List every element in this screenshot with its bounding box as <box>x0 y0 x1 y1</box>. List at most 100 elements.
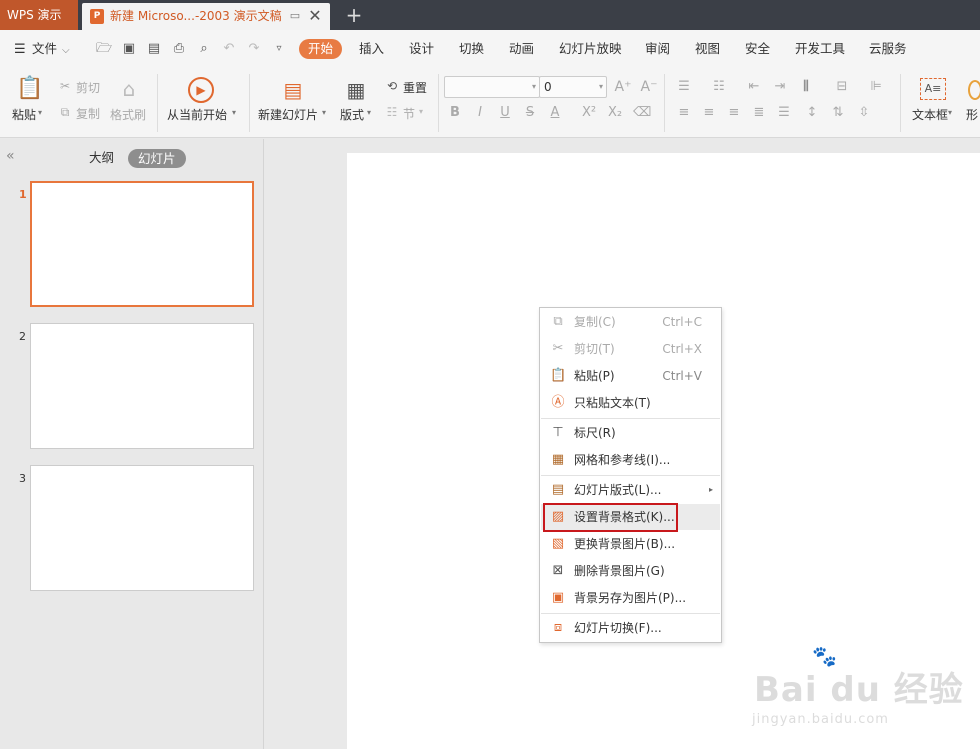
superscript-icon[interactable]: X² <box>580 104 598 122</box>
bold-icon[interactable]: B <box>446 104 464 122</box>
copy-button[interactable]: 复制 <box>76 105 100 122</box>
tab-insert[interactable]: 插入 <box>357 39 386 59</box>
italic-icon[interactable]: I <box>471 104 489 122</box>
distribute-icon[interactable]: ☰ <box>775 104 793 122</box>
menu-item-ruler[interactable]: ⊤ 标尺(R) <box>541 420 720 446</box>
chevron-down-icon: ▾ <box>531 82 536 91</box>
section-dropdown-icon[interactable]: ▾ <box>419 107 423 116</box>
text-box-dropdown-icon[interactable]: ▾ <box>948 108 952 117</box>
menu-item-label: 删除背景图片(G) <box>574 564 665 578</box>
play-from-current-button[interactable]: 从当前开始 <box>167 106 227 123</box>
save-icon[interactable]: ▣ <box>121 41 137 57</box>
paste-icon[interactable]: 📋 <box>16 76 43 102</box>
slide-thumbnail-1[interactable] <box>30 181 254 307</box>
font-name-combo[interactable]: ▾ <box>444 76 540 98</box>
customize-toolbar-icon[interactable]: ▿ <box>271 41 287 57</box>
tab-developer[interactable]: 开发工具 <box>793 39 847 59</box>
text-direction-icon[interactable]: ⊟ <box>833 78 851 96</box>
cut-button[interactable]: 剪切 <box>76 79 100 96</box>
menu-item-change-background[interactable]: ▧ 更换背景图片(B)... <box>541 531 720 557</box>
tab-view[interactable]: 视图 <box>693 39 722 59</box>
eraser-icon[interactable]: ⌫ <box>633 104 651 122</box>
document-tab[interactable]: P 新建 Microso...-2003 演示文稿 ▭ ✕ <box>82 3 330 30</box>
tab-outline[interactable]: 大纲 <box>89 149 114 167</box>
open-folder-icon[interactable]: 🗁 <box>96 41 112 57</box>
menu-item-cut[interactable]: ✂ 剪切(T) Ctrl+X <box>541 336 720 362</box>
strikethrough-icon[interactable]: S <box>521 104 539 122</box>
tab-review[interactable]: 审阅 <box>643 39 672 59</box>
layout-button[interactable]: 版式 <box>340 106 364 123</box>
font-size-combo[interactable]: 0 ▾ <box>539 76 607 98</box>
menu-item-slide-layout[interactable]: ▤ 幻灯片版式(L)... ▸ <box>541 477 720 503</box>
decrease-font-icon[interactable]: A⁻ <box>640 78 658 96</box>
scissors-icon: ✂ <box>552 341 564 356</box>
menu-item-slide-transition[interactable]: ⧈ 幻灯片切换(F)... <box>541 615 720 641</box>
paste-button[interactable]: 粘贴 <box>12 106 36 123</box>
tab-cloud[interactable]: 云服务 <box>867 39 909 59</box>
paragraph-spacing-icon[interactable]: ⇅ <box>829 104 847 122</box>
export-pdf-icon[interactable]: ▤ <box>146 41 162 57</box>
decrease-indent-icon[interactable]: ⇤ <box>745 78 763 96</box>
increase-font-icon[interactable]: A⁺ <box>614 78 632 96</box>
print-preview-icon[interactable]: ⌕ <box>196 41 212 57</box>
print-icon[interactable]: ⎙ <box>171 41 187 57</box>
font-color-icon[interactable]: A <box>546 104 564 122</box>
align-text-icon[interactable]: ⊫ <box>867 78 885 96</box>
slide-thumbnail-3[interactable] <box>30 465 254 591</box>
new-slide-dropdown-icon[interactable]: ▾ <box>322 108 326 117</box>
increase-indent-icon[interactable]: ⇥ <box>771 78 789 96</box>
underline-icon[interactable]: U <box>496 104 514 122</box>
text-box-button[interactable]: 文本框 <box>912 106 948 123</box>
bullet-list-icon[interactable]: ☰ <box>675 78 693 96</box>
shape-button[interactable]: 形 <box>966 106 978 123</box>
tab-home[interactable]: 开始 <box>299 39 343 59</box>
tab-slideshow[interactable]: 幻灯片放映 <box>557 39 624 59</box>
play-dropdown-icon[interactable]: ▾ <box>232 108 236 117</box>
tab-slides[interactable]: 幻灯片 <box>128 149 186 168</box>
redo-icon[interactable]: ↷ <box>246 41 262 57</box>
justify-icon[interactable]: ≣ <box>750 104 768 122</box>
layout-icon[interactable]: ▦ <box>343 77 369 103</box>
reset-button[interactable]: 重置 <box>403 79 427 96</box>
play-icon[interactable]: ▶ <box>188 77 214 103</box>
undo-icon[interactable]: ↶ <box>221 41 237 57</box>
ribbon-separator <box>249 74 250 132</box>
tab-design[interactable]: 设计 <box>407 39 436 59</box>
align-right-icon[interactable]: ≡ <box>725 104 743 122</box>
slide-thumbnail-2[interactable] <box>30 323 254 449</box>
menu-item-paste-text[interactable]: Ⓐ 只粘贴文本(T) <box>541 390 720 416</box>
paragraph-settings-icon[interactable]: ⇳ <box>855 104 873 122</box>
subscript-icon[interactable]: X₂ <box>606 104 624 122</box>
menu-item-delete-background[interactable]: ⊠ 删除背景图片(G) <box>541 558 720 584</box>
new-slide-button[interactable]: 新建幻灯片 <box>258 106 318 123</box>
baidu-watermark: 🐾 Bai du 经验 jingyan.baidu.com <box>752 640 972 740</box>
close-tab-button[interactable]: ✕ <box>306 7 324 25</box>
file-menu[interactable]: ☰ 文件 ⌵ <box>14 39 70 59</box>
menu-item-copy[interactable]: ⧉ 复制(C) Ctrl+C <box>541 309 720 335</box>
chevron-down-icon: ⌵ <box>62 45 70 56</box>
section-button[interactable]: 节 <box>403 105 415 122</box>
format-painter-button[interactable]: 格式刷 <box>110 106 146 123</box>
tab-transitions[interactable]: 切换 <box>457 39 486 59</box>
line-spacing-icon[interactable]: ↕ <box>803 104 821 122</box>
new-slide-icon[interactable]: ▤ <box>280 77 306 103</box>
align-left-icon[interactable]: ≡ <box>675 104 693 122</box>
text-columns-icon[interactable]: ⫼ <box>797 78 815 96</box>
numbered-list-icon[interactable]: ☷ <box>710 78 728 96</box>
pin-icon[interactable]: ▭ <box>288 9 302 23</box>
paste-dropdown-icon[interactable]: ▾ <box>38 108 42 117</box>
shape-icon[interactable] <box>968 80 980 100</box>
title-bar: WPS 演示 P 新建 Microso...-2003 演示文稿 ▭ ✕ + <box>0 0 980 30</box>
collapse-panel-icon[interactable]: « <box>6 149 15 163</box>
app-name[interactable]: WPS 演示 <box>0 0 78 30</box>
new-tab-button[interactable]: + <box>343 3 365 27</box>
slide-number: 1 <box>19 188 27 201</box>
text-box-icon[interactable]: A≡ <box>920 78 946 100</box>
tab-security[interactable]: 安全 <box>743 39 772 59</box>
menu-item-grid[interactable]: ▦ 网格和参考线(I)... <box>541 447 720 473</box>
layout-dropdown-icon[interactable]: ▾ <box>367 108 371 117</box>
menu-item-save-background[interactable]: ▣ 背景另存为图片(P)... <box>541 585 720 611</box>
align-center-icon[interactable]: ≡ <box>700 104 718 122</box>
menu-item-paste[interactable]: 📋 粘贴(P) Ctrl+V <box>541 363 720 389</box>
tab-animations[interactable]: 动画 <box>507 39 536 59</box>
